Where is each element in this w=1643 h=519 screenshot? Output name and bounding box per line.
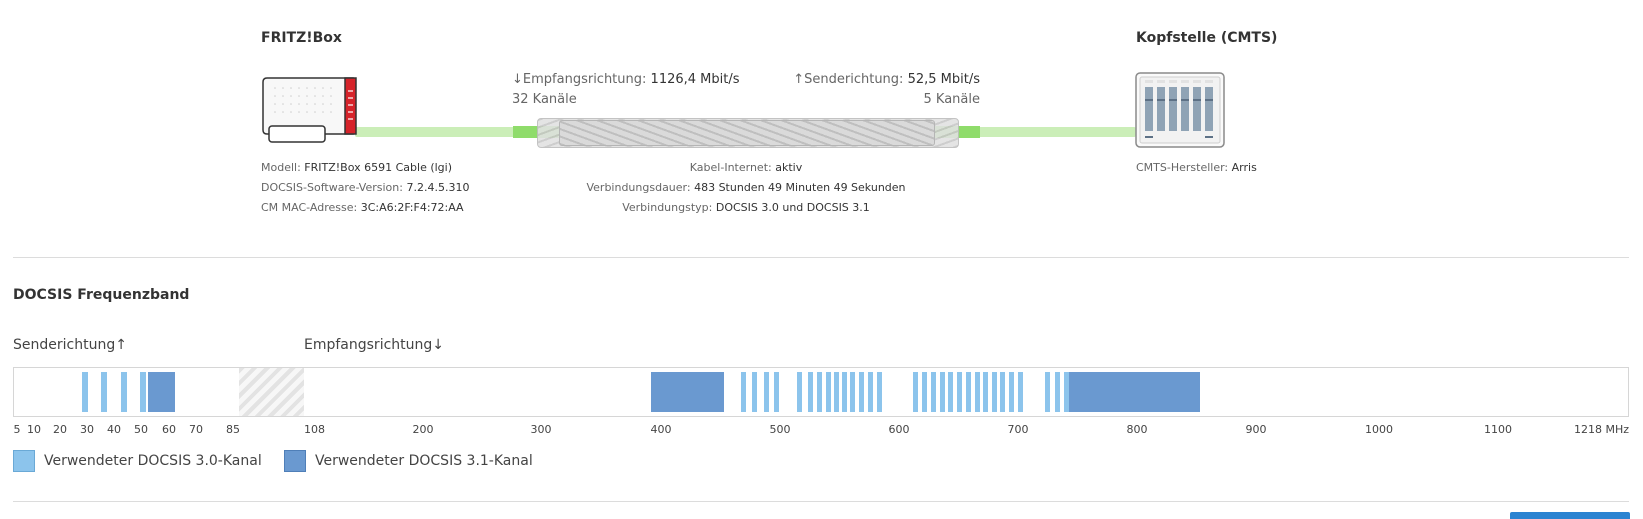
downstream-docsis31-channel [1069,372,1200,412]
frequency-tick: 1000 [1365,423,1393,436]
frequency-tick: 900 [1245,423,1267,436]
upstream-speed: ↑Senderichtung: 52,5 Mbit/s [793,72,980,87]
upstream-docsis30-channel [101,372,107,412]
upstream-band-label: Senderichtung↑ [13,337,127,353]
downstream-docsis30-channel [1064,372,1069,412]
device-mac-address: CM MAC-Adresse: 3C:A6:2F:F4:72:AA [261,201,464,214]
frequency-tick: 1218 MHz [1573,423,1629,436]
frequency-tick: 600 [888,423,910,436]
frequency-tick: 800 [1126,423,1148,436]
frequency-tick: 300 [530,423,552,436]
downstream-docsis30-channel [752,372,757,412]
downstream-docsis30-channel [741,372,746,412]
band-section-title: DOCSIS Frequenzband [13,287,190,303]
downstream-docsis30-channel [1018,372,1023,412]
downstream-docsis30-channel [957,372,962,412]
frequency-tick: 500 [769,423,791,436]
connection-duration: Verbindungsdauer: 483 Stunden 49 Minuten… [586,181,906,194]
frequency-tick: 60 [162,423,176,436]
upstream-docsis30-channel [140,372,146,412]
frequency-tick: 200 [412,423,434,436]
downstream-docsis30-channel [940,372,945,412]
downstream-docsis30-channel [859,372,864,412]
upstream-docsis31-channel [148,372,175,412]
downstream-docsis30-channel [966,372,971,412]
frequency-tick: 10 [27,423,41,436]
upstream-channels: 5 Kanäle [923,92,980,107]
frequency-tick: 50 [134,423,148,436]
frequency-tick: 70 [189,423,203,436]
frequency-tick: 40 [107,423,121,436]
cable-internet-status: Kabel-Internet: aktiv [689,161,803,174]
downstream-channels: 32 Kanäle [512,92,577,107]
downstream-docsis30-channel [975,372,980,412]
frequency-tick: 400 [650,423,672,436]
legend-docsis31-swatch [284,450,306,472]
downstream-docsis30-channel [1055,372,1060,412]
cable-bundle-core [559,120,935,146]
downstream-docsis30-channel [868,372,873,412]
frequency-tick: 108 [304,423,325,436]
frequency-tick: 20 [53,423,67,436]
downstream-docsis30-channel [992,372,997,412]
downstream-docsis30-channel [983,372,988,412]
downstream-docsis30-channel [1009,372,1014,412]
frequency-tick: 30 [80,423,94,436]
legend-docsis31-label: Verwendeter DOCSIS 3.1-Kanal [315,453,533,469]
cmts-vendor: CMTS-Hersteller: Arris [1136,161,1257,174]
downstream-docsis30-channel [913,372,918,412]
downstream-speed: ↓Empfangsrichtung: 1126,4 Mbit/s [512,72,740,87]
downstream-docsis30-channel [1000,372,1005,412]
downstream-docsis30-channel [948,372,953,412]
downstream-docsis30-channel [850,372,855,412]
device-docsis-version: DOCSIS-Software-Version: 7.2.4.5.310 [261,181,470,194]
frequency-tick: 700 [1007,423,1029,436]
fritzbox-device-icon [262,77,357,143]
upstream-docsis30-channel [121,372,127,412]
downstream-docsis30-channel [834,372,839,412]
downstream-docsis30-channel [808,372,813,412]
fritzbox-title: FRITZ!Box [261,30,342,46]
footer-action-button[interactable] [1510,512,1630,519]
downstream-docsis30-channel [842,372,847,412]
downstream-docsis30-channel [931,372,936,412]
cmts-device-icon [1135,72,1225,148]
frequency-band-chart [13,367,1629,417]
downstream-docsis30-channel [774,372,779,412]
frequency-tick: 85 [226,423,240,436]
downstream-docsis30-channel [1045,372,1050,412]
frequency-tick: 1100 [1484,423,1512,436]
downstream-docsis30-channel [797,372,802,412]
section-divider [13,257,1629,258]
legend-docsis30-label: Verwendeter DOCSIS 3.0-Kanal [44,453,262,469]
downstream-docsis30-channel [826,372,831,412]
device-model: Modell: FRITZ!Box 6591 Cable (lgi) [261,161,453,174]
frequency-tick: 5 [13,423,21,436]
downstream-docsis30-channel [764,372,769,412]
cmts-title: Kopfstelle (CMTS) [1136,30,1278,46]
connection-type: Verbindungstyp: DOCSIS 3.0 und DOCSIS 3.… [622,201,870,214]
downstream-docsis30-channel [877,372,882,412]
downstream-docsis30-channel [817,372,822,412]
downstream-docsis31-channel [651,372,724,412]
footer-divider [13,501,1629,502]
up-arrow-icon: ↑ [793,72,805,87]
down-arrow-icon: ↓ [512,72,523,87]
band-gap-hatch [239,368,304,416]
upstream-docsis30-channel [82,372,88,412]
downstream-band-label: Empfangsrichtung↓ [304,337,444,353]
legend-docsis30-swatch [13,450,35,472]
downstream-docsis30-channel [922,372,927,412]
